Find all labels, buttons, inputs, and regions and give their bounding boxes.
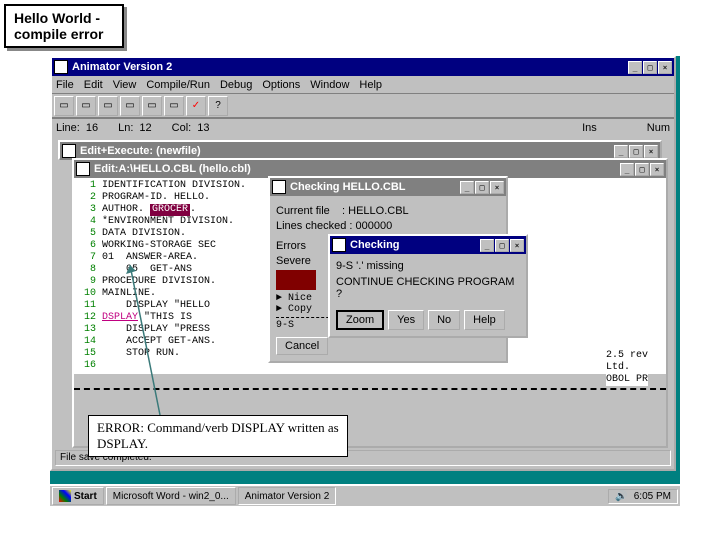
lines-checked-value: : 000000 (349, 220, 392, 232)
ln-value: 12 (139, 122, 151, 134)
toolbar: ▭ ▭ ▭ ▭ ▭ ▭ ✓ ? (52, 94, 674, 118)
menu-compile-run[interactable]: Compile/Run (146, 79, 210, 91)
continue-msg: CONTINUE CHECKING PROGRAM ? (336, 276, 520, 300)
windows-icon (59, 490, 71, 502)
menu-file[interactable]: File (56, 79, 74, 91)
task-animator[interactable]: Animator Version 2 (238, 487, 337, 505)
checking-inner-dialog: Checking _ □ × 9-S '.' missing CONTINUE … (328, 234, 528, 338)
code-close[interactable]: × (650, 163, 664, 176)
tray-icon: 🔊 (615, 491, 627, 502)
checking-titlebar[interactable]: Checking HELLO.CBL _ □ × (270, 178, 506, 196)
annotation-error: ERROR: Command/verb DISPLAY written as D… (88, 415, 348, 457)
maximize-button[interactable]: □ (643, 61, 657, 74)
task-word[interactable]: Microsoft Word - win2_0... (106, 487, 236, 505)
code-minimize[interactable]: _ (620, 163, 634, 176)
line-label: Line: (56, 122, 80, 134)
taskbar: Start Microsoft Word - win2_0... Animato… (50, 484, 680, 506)
annotation-title: Hello World - compile error (4, 4, 124, 48)
errors-label: Errors (276, 240, 306, 252)
clock: 6:05 PM (634, 491, 671, 502)
col-label: Col: (172, 122, 192, 134)
ln-label: Ln: (118, 122, 133, 134)
error-msg: 9-S '.' missing (336, 260, 520, 272)
edit-maximize[interactable]: □ (629, 145, 643, 158)
ins-indicator: Ins (582, 122, 597, 134)
edit-execute-window: Edit+Execute: (newfile) _ □ × (58, 140, 662, 160)
tool-btn-5[interactable]: ▭ (142, 96, 162, 116)
num-indicator: Num (647, 122, 670, 134)
no-button[interactable]: No (428, 310, 460, 330)
col-value: 13 (197, 122, 209, 134)
main-titlebar[interactable]: Animator Version 2 _ □ × (52, 58, 674, 76)
lines-checked-label: Lines checked (276, 220, 346, 232)
menubar: File Edit View Compile/Run Debug Options… (52, 76, 674, 94)
current-file-label: Current file (276, 205, 330, 217)
menu-help[interactable]: Help (359, 79, 382, 91)
main-title: Animator Version 2 (72, 61, 628, 73)
close-button[interactable]: × (658, 61, 672, 74)
yes-button[interactable]: Yes (388, 310, 424, 330)
inner-close[interactable]: × (510, 239, 524, 252)
menu-edit[interactable]: Edit (84, 79, 103, 91)
severe-label: Severe (276, 255, 311, 267)
tool-btn-3[interactable]: ▭ (98, 96, 118, 116)
status-bar: Line: 16 Ln: 12 Col: 13 Ins Num (52, 118, 674, 136)
system-tray[interactable]: 🔊 6:05 PM (608, 489, 678, 504)
edit-minimize[interactable]: _ (614, 145, 628, 158)
error-indicator-icon (276, 270, 316, 290)
code-separator (74, 388, 666, 390)
current-file-value: : HELLO.CBL (342, 205, 409, 217)
checking-icon (272, 180, 286, 194)
menu-debug[interactable]: Debug (220, 79, 252, 91)
tool-btn-6[interactable]: ▭ (164, 96, 184, 116)
inner-titlebar[interactable]: Checking _ □ × (330, 236, 526, 254)
zoom-button[interactable]: Zoom (336, 310, 384, 330)
tool-btn-2[interactable]: ▭ (76, 96, 96, 116)
edit-close[interactable]: × (644, 145, 658, 158)
tool-btn-1[interactable]: ▭ (54, 96, 74, 116)
checking-maximize[interactable]: □ (475, 181, 489, 194)
start-button[interactable]: Start (52, 487, 104, 505)
code-fragment-right: 2.5 rev Ltd. OBOL PR (606, 350, 648, 386)
checking-minimize[interactable]: _ (460, 181, 474, 194)
edit-title: Edit+Execute: (newfile) (80, 145, 614, 157)
edit-icon (62, 144, 76, 158)
tool-btn-check[interactable]: ✓ (186, 96, 206, 116)
code-title: Edit:A:\HELLO.CBL (hello.cbl) (94, 163, 620, 175)
app-icon (54, 60, 68, 74)
line-value: 16 (86, 122, 98, 134)
checking-close[interactable]: × (490, 181, 504, 194)
code-icon (76, 162, 90, 176)
menu-view[interactable]: View (113, 79, 137, 91)
checking-title: Checking HELLO.CBL (290, 181, 460, 193)
inner-title: Checking (350, 239, 480, 251)
inner-max[interactable]: □ (495, 239, 509, 252)
help-button[interactable]: Help (464, 310, 505, 330)
cancel-button[interactable]: Cancel (276, 337, 328, 355)
inner-body: 9-S '.' missing CONTINUE CHECKING PROGRA… (330, 254, 526, 336)
tool-btn-help[interactable]: ? (208, 96, 228, 116)
code-maximize[interactable]: □ (635, 163, 649, 176)
inner-min[interactable]: _ (480, 239, 494, 252)
tool-btn-4[interactable]: ▭ (120, 96, 140, 116)
menu-window[interactable]: Window (310, 79, 349, 91)
minimize-button[interactable]: _ (628, 61, 642, 74)
inner-icon (332, 238, 346, 252)
menu-options[interactable]: Options (262, 79, 300, 91)
